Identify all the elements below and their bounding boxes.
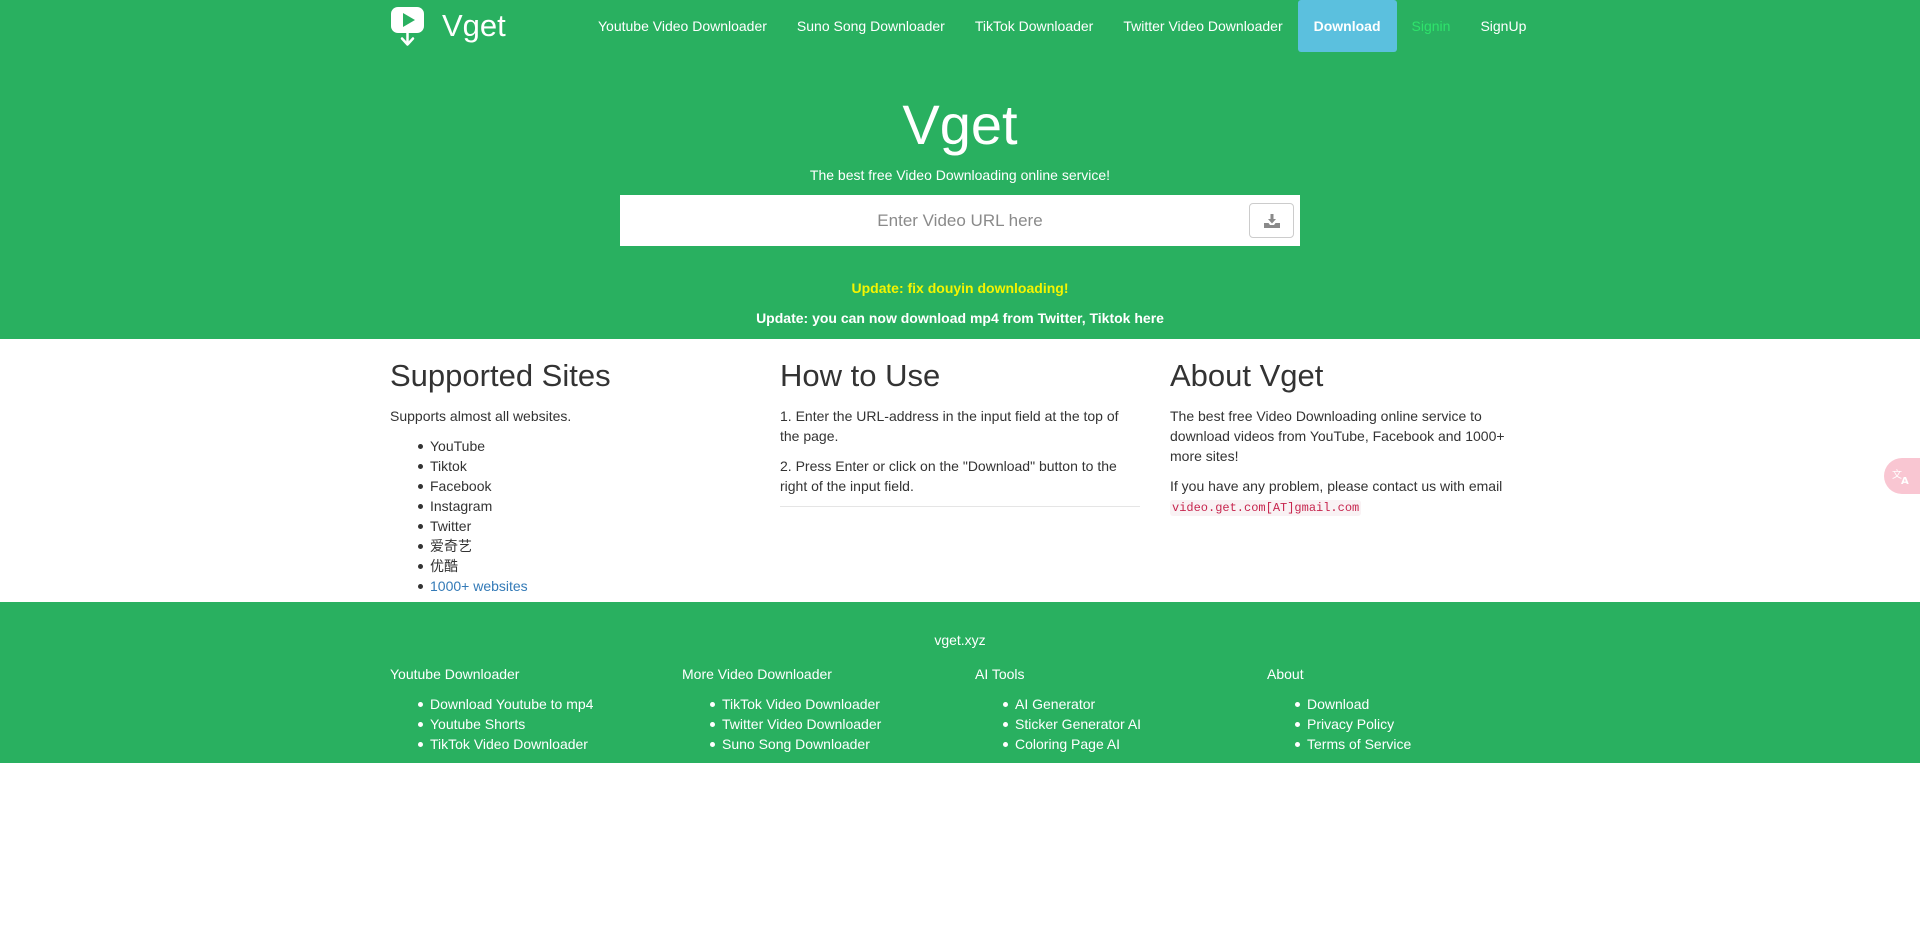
footer-links: Download Youtube to mp4 Youtube Shorts T… [418,694,670,754]
footer-link[interactable]: Terms of Service [1295,734,1547,754]
footer-link[interactable]: Suno Song Downloader [710,734,962,754]
nav-signup-link[interactable]: SignUp [1465,0,1541,52]
video-url-input[interactable] [620,195,1240,246]
footer-column: AI Tools AI Generator Sticker Generator … [975,664,1255,754]
footer-link[interactable]: TikTok Video Downloader [710,694,962,714]
footer-link[interactable]: Download Youtube to mp4 [418,694,670,714]
footer-column-title: AI Tools [975,666,1025,682]
footer-link[interactable]: Twitter Video Downloader [710,714,962,734]
brand-name: Vget [442,8,506,43]
navbar: Vget Youtube Video Downloader Suno Song … [390,0,1530,52]
list-item: Twitter [418,516,750,536]
nav-links: Youtube Video Downloader Suno Song Downl… [583,0,1541,52]
footer: vget.xyz Youtube Downloader Download You… [0,602,1920,763]
about-description: The best free Video Downloading online s… [1170,408,1505,464]
hero-section: Vget Youtube Video Downloader Suno Song … [0,0,1920,339]
brand-link[interactable]: Vget [390,0,506,52]
divider [780,506,1140,507]
footer-column: Youtube Downloader Download Youtube to m… [390,664,670,754]
list-item: 爱奇艺 [418,536,750,556]
list-item: YouTube [418,436,750,456]
update-notice-mp4[interactable]: Update: you can now download mp4 from Tw… [0,310,1920,326]
download-submit-button[interactable] [1249,203,1294,238]
footer-link[interactable]: Download [1295,694,1547,714]
translate-icon: 文 A [1892,468,1909,485]
contact-email: video.get.com[AT]gmail.com [1170,500,1362,516]
footer-link[interactable]: AI Generator [1003,694,1255,714]
footer-column-title: Youtube Downloader [390,666,520,682]
footer-links: Download Privacy Policy Terms of Service [1295,694,1547,754]
nav-youtube-downloader[interactable]: Youtube Video Downloader [583,0,782,52]
how-to-use-section: How to Use 1. Enter the URL-address in t… [780,356,1140,507]
list-item: Instagram [418,496,750,516]
about-section: About Vget The best free Video Downloadi… [1170,356,1530,528]
nav-suno-downloader[interactable]: Suno Song Downloader [782,0,960,52]
footer-link[interactable]: Youtube Shorts [418,714,670,734]
about-contact-text: If you have any problem, please contact … [1170,478,1503,494]
footer-site-name: vget.xyz [934,632,986,648]
url-search-box [620,195,1300,246]
nav-signin-link[interactable]: Signin [1397,0,1466,52]
how-to-use-title: How to Use [780,358,941,393]
list-item: Facebook [418,476,750,496]
footer-links: TikTok Video Downloader Twitter Video Do… [710,694,962,754]
more-websites-link[interactable]: 1000+ websites [418,576,750,596]
footer-column: More Video Downloader TikTok Video Downl… [682,664,962,754]
footer-column-title: More Video Downloader [682,666,832,682]
how-to-step: 1. Enter the URL-address in the input fi… [780,408,1119,444]
footer-column-title: About [1267,666,1304,682]
download-tray-icon [1263,213,1280,228]
footer-link[interactable]: Coloring Page AI [1003,734,1255,754]
svg-text:A: A [1901,476,1909,485]
footer-link[interactable]: Privacy Policy [1295,714,1547,734]
footer-link[interactable]: TikTok Video Downloader [418,734,670,754]
nav-download-button[interactable]: Download [1297,0,1397,52]
footer-link[interactable]: Sticker Generator AI [1003,714,1255,734]
supported-sites-title: Supported Sites [390,358,611,393]
supported-sites-list: YouTube Tiktok Facebook Instagram Twitte… [418,436,750,596]
about-contact: If you have any problem, please contact … [1170,476,1530,518]
nav-twitter-downloader[interactable]: Twitter Video Downloader [1108,0,1297,52]
translate-tab[interactable]: 文 A [1884,458,1920,494]
footer-column: About Download Privacy Policy Terms of S… [1267,664,1547,754]
list-item: Tiktok [418,456,750,476]
how-to-step: 2. Press Enter or click on the "Download… [780,458,1117,494]
nav-tiktok-downloader[interactable]: TikTok Downloader [960,0,1109,52]
hero-title: Vget [902,93,1018,156]
supported-sites-section: Supported Sites Supports almost all webs… [390,356,750,596]
supported-sites-intro: Supports almost all websites. [390,408,572,424]
footer-links: AI Generator Sticker Generator AI Colori… [1003,694,1255,754]
hero-subtitle: The best free Video Downloading online s… [809,167,1111,183]
update-notice-douyin: Update: fix douyin downloading! [851,280,1069,296]
play-download-icon [391,7,424,46]
list-item: 优酷 [418,556,750,576]
about-title: About Vget [1170,358,1324,393]
